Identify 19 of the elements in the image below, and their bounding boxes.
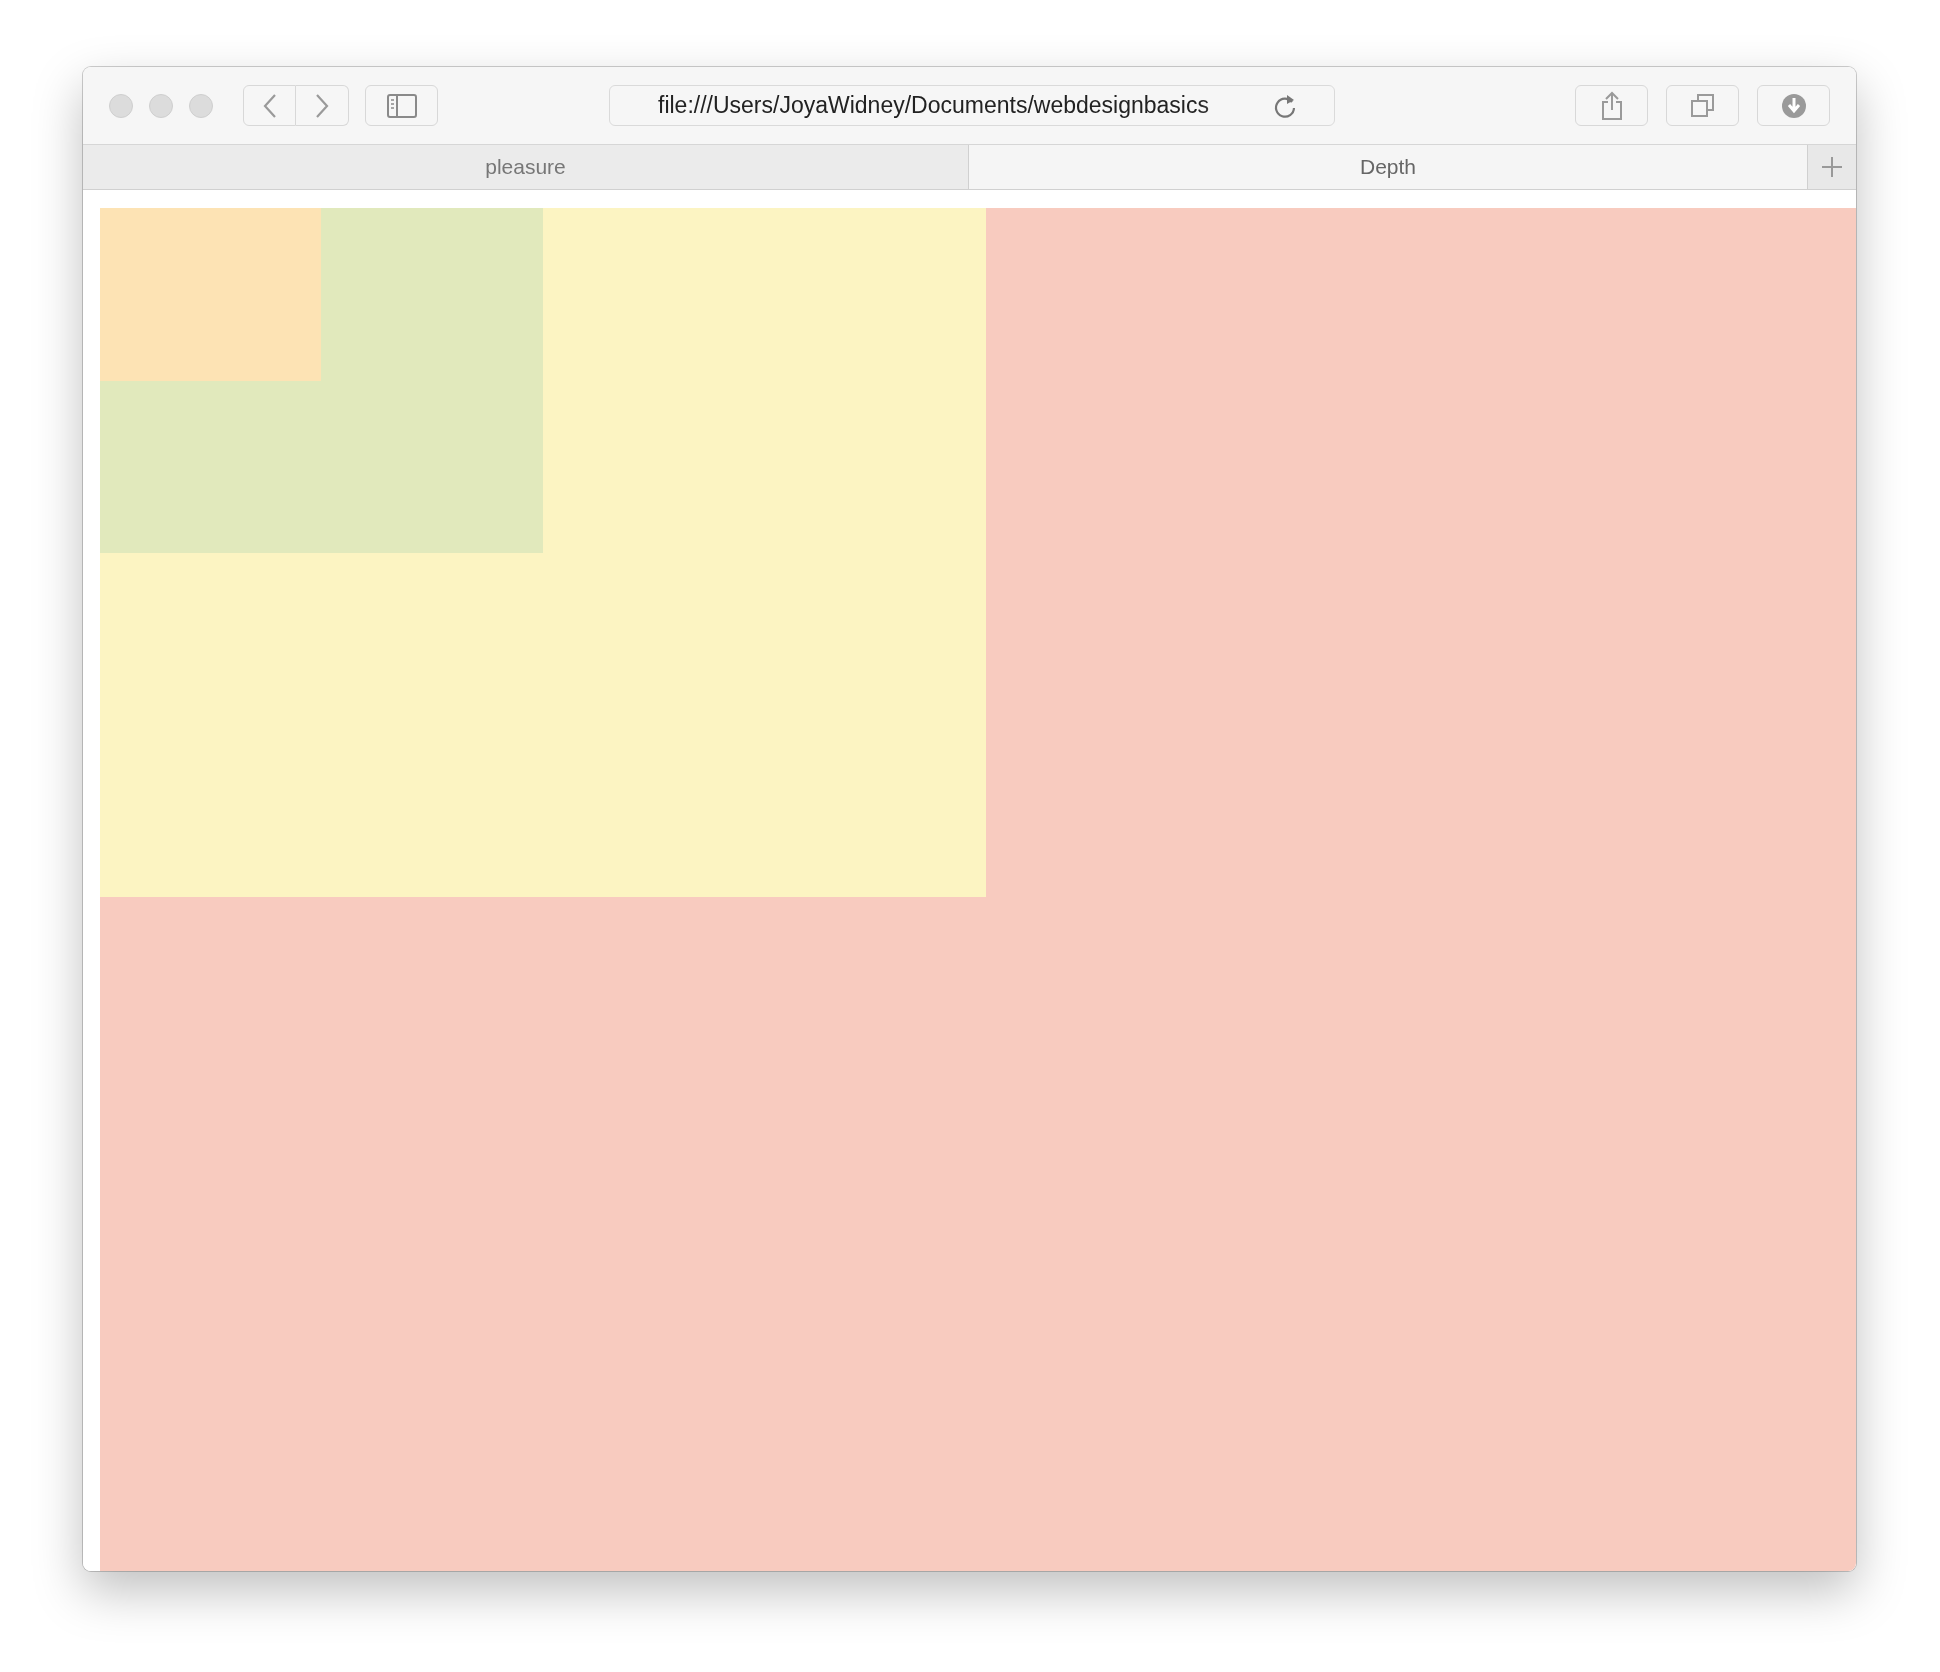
back-button[interactable] — [243, 85, 296, 126]
overlapping-squares-icon — [1689, 92, 1716, 119]
chevron-right-icon — [314, 92, 330, 119]
close-button[interactable] — [109, 93, 133, 118]
url-text: file:///Users/JoyaWidney/Documents/webdesignbasics — [658, 92, 1210, 119]
address-bar[interactable]: file:///Users/JoyaWidney/Documents/webdesignbasics — [609, 85, 1335, 126]
tab[interactable]: Depth — [969, 145, 1808, 189]
share-button[interactable] — [1575, 85, 1648, 126]
chevron-left-icon — [261, 92, 278, 119]
minimize-button[interactable] — [149, 93, 173, 118]
share-icon — [1599, 90, 1624, 121]
download-icon — [1780, 92, 1807, 119]
sidebar-icon — [386, 93, 417, 118]
sidebar-button[interactable] — [365, 85, 438, 126]
plus-icon — [1821, 156, 1843, 178]
zoom-button[interactable] — [189, 93, 213, 118]
tabs-overview-button[interactable] — [1666, 85, 1739, 126]
forward-button[interactable] — [296, 85, 349, 126]
downloads-button[interactable] — [1757, 85, 1830, 126]
